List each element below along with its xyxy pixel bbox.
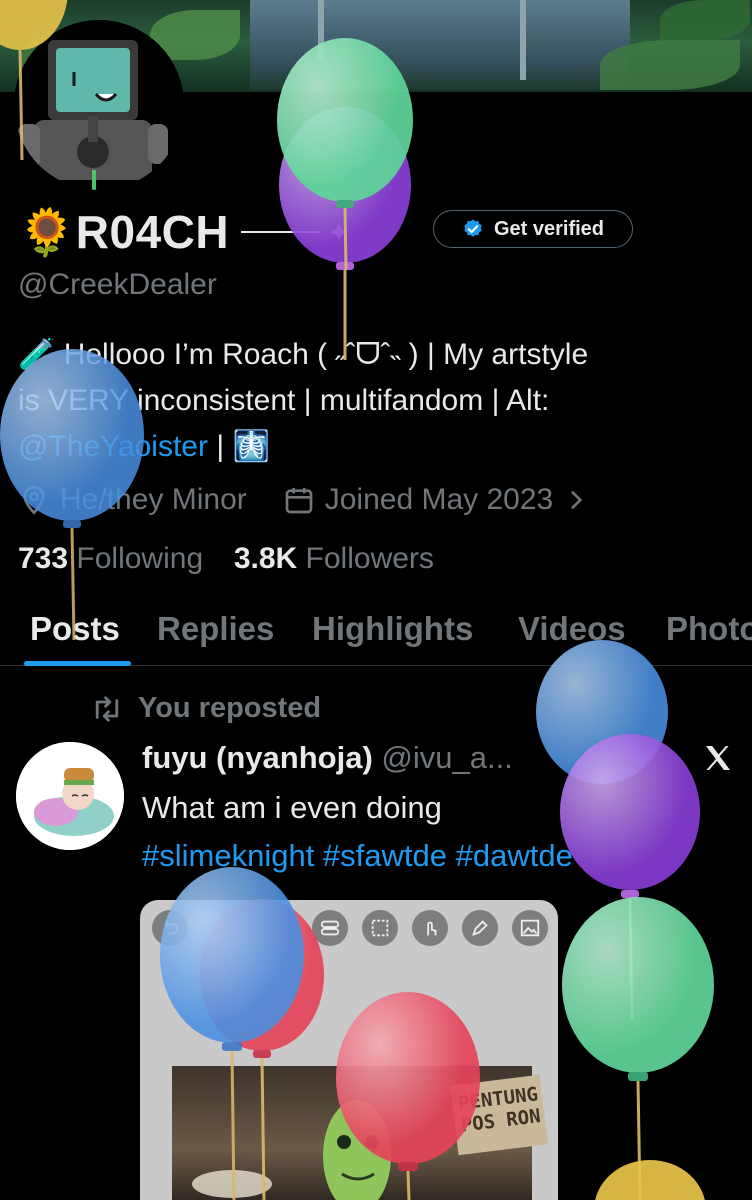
bio-alt-link[interactable]: @TheYaoister (18, 430, 208, 463)
profile-handle: @CreekDealer (18, 268, 217, 301)
touch-icon (412, 910, 448, 946)
post-author-name[interactable]: fuyu (nyanhoja) (142, 740, 373, 775)
display-name-text: 🌻R04CH (18, 205, 230, 258)
joined-text: Joined May 2023 (324, 483, 554, 516)
profile-avatar[interactable] (14, 20, 184, 190)
tab-videos[interactable]: Videos (518, 610, 626, 648)
get-verified-button[interactable]: Get verified (433, 210, 633, 248)
followers-stat[interactable]: 3.8K Followers (234, 542, 434, 575)
follow-stats: 733 Following 3.8K Followers (18, 542, 434, 576)
image-icon (512, 910, 548, 946)
x-logo-icon[interactable] (702, 742, 734, 774)
profile-display-name: 🌻R04CH ✦ (18, 206, 351, 258)
repost-context: You reposted (90, 692, 321, 725)
location-text: He/they Minor (60, 483, 247, 516)
balloon-yellow-bottom (595, 1160, 705, 1200)
post-author-avatar[interactable] (16, 742, 124, 850)
bio-line-2: is VERY inconsistent | multifandom | Alt… (18, 384, 550, 417)
get-verified-label: Get verified (493, 217, 605, 240)
bio-line-1: 🧪 Hellooo I’m Roach ( ˶ˆᗜˆ˵ ) | My artst… (18, 338, 589, 371)
tab-replies[interactable]: Replies (157, 610, 274, 648)
repost-icon (95, 695, 119, 722)
undo-icon (152, 910, 188, 946)
selection-icon (362, 910, 398, 946)
post-media[interactable]: PENTUNG POS RON (140, 900, 558, 1200)
tab-posts[interactable]: Posts (30, 610, 120, 648)
post-author-handle[interactable]: @ivu_a... (381, 740, 512, 775)
profile-tabs: Posts Replies Highlights Videos Photos (0, 600, 752, 666)
sparkle-icon: ✦ (327, 216, 352, 248)
bio-line-3: @TheYaoister | 🩻 (18, 424, 734, 470)
tab-highlights[interactable]: Highlights (312, 610, 473, 648)
active-tab-indicator (24, 661, 131, 666)
following-stat[interactable]: 733 Following (18, 542, 203, 575)
repost-label: You reposted (138, 692, 322, 724)
name-decoration-line (241, 231, 322, 233)
balloon-green-2 (562, 897, 714, 1200)
chevron-right-icon[interactable] (563, 487, 589, 513)
bio-tail: | 🩻 (207, 430, 270, 463)
pen-icon (462, 910, 498, 946)
post-header: fuyu (nyanhoja) @ivu_a... (142, 740, 513, 776)
tab-photos[interactable]: Photos (666, 610, 752, 648)
verified-badge-icon (464, 219, 482, 237)
media-photo: PENTUNG POS RON (172, 1066, 548, 1200)
calendar-icon (285, 488, 313, 514)
balloon-purple-2 (560, 734, 700, 1021)
post-text: What am i even doing (142, 790, 442, 825)
profile-meta: He/they Minor Joined May 2023 (18, 478, 589, 522)
toggle-icon (312, 910, 348, 946)
profile-bio: 🧪 Hellooo I’m Roach ( ˶ˆᗜˆ˵ ) | My artst… (18, 332, 734, 470)
location-pin-icon (23, 485, 45, 515)
post-hashtags[interactable]: #slimeknight #sfawtde #dawtde (142, 838, 573, 874)
